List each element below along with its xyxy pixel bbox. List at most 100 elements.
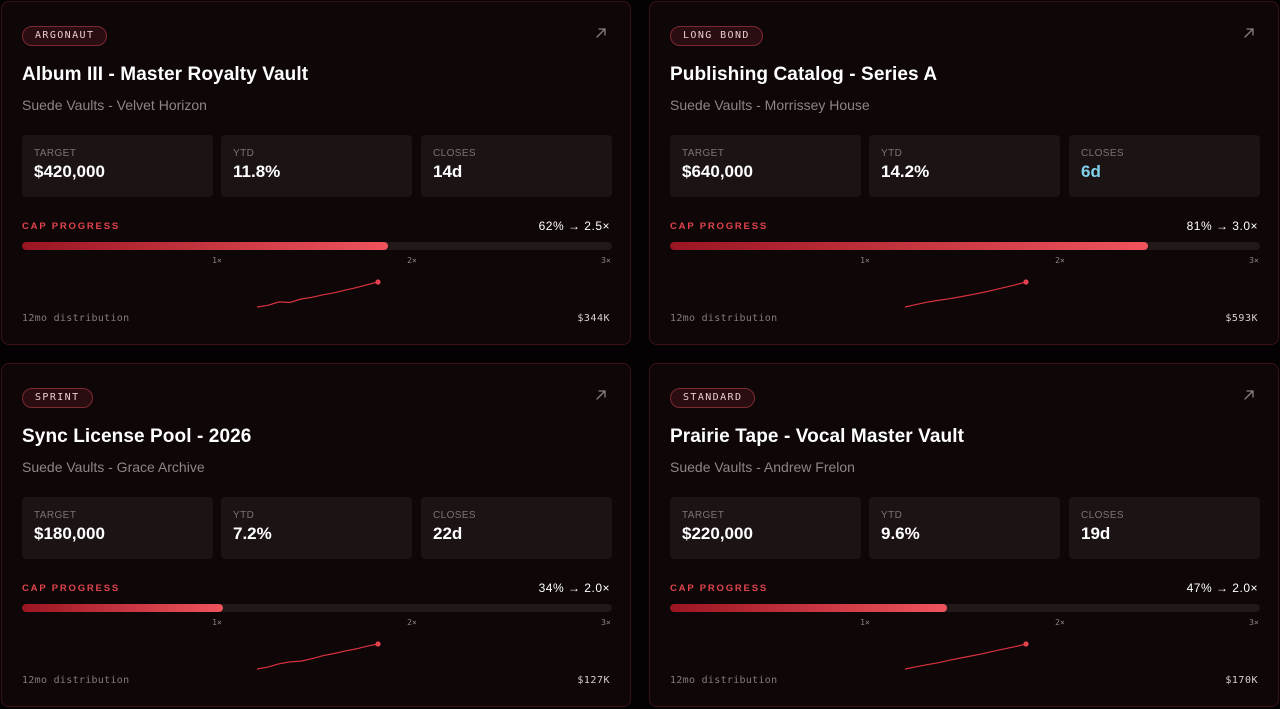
tick-1x: 1× [212,256,222,265]
stat-target: TARGET $180,000 [22,497,213,559]
cap-progress-fill [670,242,1148,250]
cap-progress-bar [22,242,612,250]
stat-target: TARGET $640,000 [670,135,861,197]
stat-ytd: YTD 7.2% [221,497,412,559]
tick-3x: 3× [601,618,611,627]
vault-card-grid: ARGONAUT Album III - Master Royalty Vaul… [0,0,1280,709]
cap-progress-label: CAP PROGRESS [670,221,768,232]
open-external-icon[interactable] [594,388,608,402]
stat-label: CLOSES [1081,510,1124,521]
tick-1x: 1× [860,618,870,627]
vault-title[interactable]: Sync License Pool - 2026 [22,426,251,448]
tick-2x: 2× [1055,618,1065,627]
distribution-label: 12mo distribution [22,313,130,324]
stat-ytd: YTD 11.8% [221,135,412,197]
strategy-badge: STANDARD [670,388,756,408]
stat-value: 11.8% [233,162,281,181]
distribution-value: $170K [1225,675,1258,686]
open-external-icon[interactable] [1242,26,1256,40]
stat-label: TARGET [34,148,77,159]
sparkline-endpoint [375,279,381,285]
tick-2x: 2× [1055,256,1065,265]
tick-3x: 3× [1249,256,1259,265]
vault-subtitle: Suede Vaults - Grace Archive [22,459,205,475]
vault-card[interactable]: SPRINT Sync License Pool - 2026 Suede Va… [1,363,631,707]
distribution-sparkline [256,641,381,670]
stat-closes: CLOSES 19d [1069,497,1260,559]
stat-value: $180,000 [34,524,105,543]
tick-1x: 1× [212,618,222,627]
stat-label: TARGET [682,510,725,521]
cap-progress-label: CAP PROGRESS [670,583,768,594]
vault-subtitle: Suede Vaults - Velvet Horizon [22,97,207,113]
stat-value: 7.2% [233,524,272,543]
distribution-value: $344K [577,313,610,324]
sparkline-path [904,281,1027,308]
stat-target: TARGET $420,000 [22,135,213,197]
stat-value: $220,000 [682,524,753,543]
tick-2x: 2× [407,618,417,627]
vault-title[interactable]: Publishing Catalog - Series A [670,64,937,86]
sparkline-path [904,643,1027,670]
cap-progress-fill [22,242,388,250]
cap-progress-fill [22,604,223,612]
strategy-badge: LONG BOND [670,26,763,46]
stat-value: 22d [433,524,463,543]
sparkline-endpoint [1023,279,1029,285]
sparkline-path [256,281,379,308]
stat-value: $420,000 [34,162,105,181]
stat-label: CLOSES [433,510,476,521]
stat-label: TARGET [34,510,77,521]
stat-closes: CLOSES 14d [421,135,612,197]
stat-value: 6d [1081,162,1101,181]
sparkline-path [256,643,379,670]
stat-label: TARGET [682,148,725,159]
distribution-label: 12mo distribution [670,313,778,324]
sparkline-endpoint [375,641,381,647]
stat-value: 9.6% [881,524,920,543]
vault-title[interactable]: Prairie Tape - Vocal Master Vault [670,426,964,448]
cap-progress-label: CAP PROGRESS [22,221,120,232]
vault-card[interactable]: STANDARD Prairie Tape - Vocal Master Vau… [649,363,1279,707]
vault-card[interactable]: ARGONAUT Album III - Master Royalty Vaul… [1,1,631,345]
distribution-sparkline [904,279,1029,308]
vault-subtitle: Suede Vaults - Andrew Frelon [670,459,855,475]
cap-progress-value: 62% → 2.5× [538,219,610,233]
strategy-badge: SPRINT [22,388,93,408]
distribution-sparkline [904,641,1029,670]
sparkline-endpoint [1023,641,1029,647]
tick-3x: 3× [601,256,611,265]
stat-target: TARGET $220,000 [670,497,861,559]
cap-progress-fill [670,604,948,612]
distribution-label: 12mo distribution [22,675,130,686]
cap-progress-value: 47% → 2.0× [1186,581,1258,595]
stat-value: 14d [433,162,463,181]
cap-progress-bar [22,604,612,612]
open-external-icon[interactable] [1242,388,1256,402]
stat-closes: CLOSES 6d [1069,135,1260,197]
distribution-label: 12mo distribution [670,675,778,686]
stat-label: YTD [881,148,903,159]
stat-label: CLOSES [433,148,476,159]
tick-1x: 1× [860,256,870,265]
stat-value: 14.2% [881,162,930,181]
stat-label: YTD [881,510,903,521]
open-external-icon[interactable] [594,26,608,40]
cap-progress-label: CAP PROGRESS [22,583,120,594]
stat-label: YTD [233,510,255,521]
vault-title[interactable]: Album III - Master Royalty Vault [22,64,308,86]
cap-progress-value: 81% → 3.0× [1186,219,1258,233]
distribution-value: $593K [1225,313,1258,324]
tick-2x: 2× [407,256,417,265]
stat-closes: CLOSES 22d [421,497,612,559]
stat-value: 19d [1081,524,1111,543]
stat-ytd: YTD 14.2% [869,135,1060,197]
stat-ytd: YTD 9.6% [869,497,1060,559]
stat-label: CLOSES [1081,148,1124,159]
vault-card[interactable]: LONG BOND Publishing Catalog - Series A … [649,1,1279,345]
vault-subtitle: Suede Vaults - Morrissey House [670,97,870,113]
stat-value: $640,000 [682,162,753,181]
cap-progress-value: 34% → 2.0× [538,581,610,595]
tick-3x: 3× [1249,618,1259,627]
distribution-value: $127K [577,675,610,686]
